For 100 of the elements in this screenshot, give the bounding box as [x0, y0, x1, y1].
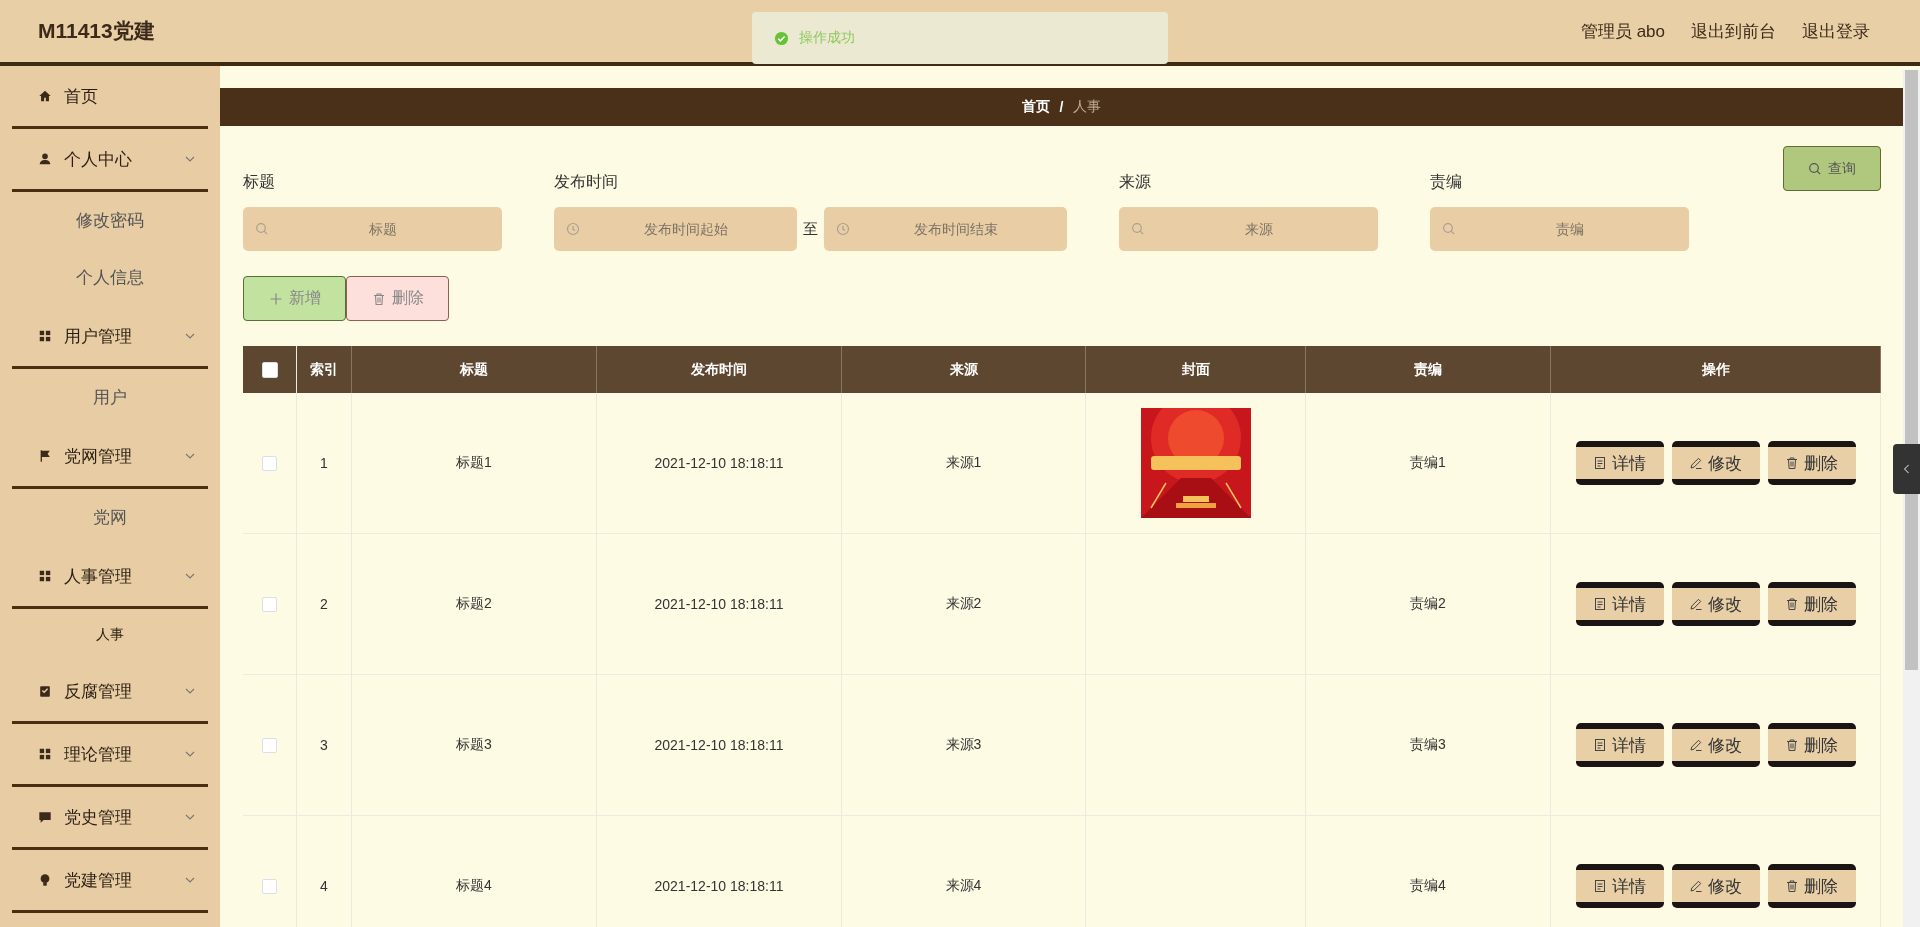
detail-button[interactable]: 详情: [1575, 864, 1664, 908]
table-cell: 责编3: [1306, 675, 1551, 815]
table-cell: 2021-12-10 18:18:11: [597, 534, 842, 674]
plus-icon: [268, 291, 283, 306]
search-icon: [1808, 161, 1822, 176]
table-cell: 标题2: [352, 534, 597, 674]
menu-item[interactable]: 个人中心: [12, 129, 208, 192]
search-icon: [255, 222, 269, 236]
menu-item[interactable]: 党网管理: [12, 426, 208, 489]
table-cell: 责编2: [1306, 534, 1551, 674]
table-cell: 来源4: [842, 816, 1086, 927]
delete-button[interactable]: 删除: [1767, 864, 1856, 908]
document-icon: [1593, 879, 1607, 893]
pencil-icon: [1689, 879, 1703, 893]
delete-button[interactable]: 删除: [1767, 441, 1856, 485]
chevron-left-icon: [1902, 463, 1911, 475]
search-field[interactable]: 来源: [1119, 207, 1378, 251]
edit-button[interactable]: 修改: [1671, 441, 1760, 485]
clock-icon: [836, 222, 850, 236]
table-cell: 4: [297, 816, 352, 927]
grid-icon: [38, 569, 52, 583]
table-cell: 标题3: [352, 675, 597, 815]
menu-item[interactable]: 首页: [12, 66, 208, 129]
detail-button[interactable]: 详情: [1575, 723, 1664, 767]
menu-item[interactable]: 人事管理: [12, 546, 208, 609]
clock-icon: [566, 222, 580, 236]
pencil-icon: [1689, 456, 1703, 470]
table-cell: 来源2: [842, 534, 1086, 674]
filter-label: 责编: [1430, 172, 1463, 192]
delete-button[interactable]: 删除: [1767, 582, 1856, 626]
range-separator: 至: [803, 219, 818, 239]
date-field[interactable]: 发布时间结束: [824, 207, 1067, 251]
table-cell: 来源1: [842, 393, 1086, 533]
column-header: 封面: [1086, 346, 1306, 393]
table-cell: 责编4: [1306, 816, 1551, 927]
menu-item[interactable]: 党建管理: [12, 850, 208, 913]
menu-item[interactable]: 党史管理: [12, 787, 208, 850]
trash-icon: [1785, 456, 1799, 470]
table-cell: 责编1: [1306, 393, 1551, 533]
trash-icon: [1785, 879, 1799, 893]
trash-icon: [1785, 597, 1799, 611]
delete-button[interactable]: 删除: [1767, 723, 1856, 767]
table-cell: 2021-12-10 18:18:11: [597, 816, 842, 927]
date-field[interactable]: 发布时间起始: [554, 207, 797, 251]
trash-icon: [371, 291, 386, 306]
breadcrumb-link[interactable]: 首页: [1021, 98, 1050, 116]
detail-button[interactable]: 详情: [1575, 441, 1664, 485]
table-cell: 1: [297, 393, 352, 533]
edit-button[interactable]: 修改: [1671, 582, 1760, 626]
row-checkbox[interactable]: [262, 455, 277, 471]
submenu-item[interactable]: 人事: [12, 609, 208, 661]
search-field[interactable]: 责编: [1430, 207, 1689, 251]
table-cell: 2021-12-10 18:18:11: [597, 675, 842, 815]
column-header: 操作: [1551, 346, 1881, 393]
table-cell: 2021-12-10 18:18:11: [597, 393, 842, 533]
pencil-icon: [1689, 738, 1703, 752]
submenu-item[interactable]: 修改密码: [12, 192, 208, 249]
menu-item[interactable]: 理论管理: [12, 724, 208, 787]
filter-label: 来源: [1119, 172, 1152, 192]
submenu-item[interactable]: 党网: [12, 489, 208, 546]
column-header: 发布时间: [597, 346, 842, 393]
row-checkbox[interactable]: [262, 737, 277, 753]
header-link[interactable]: 管理员 abo: [1580, 19, 1665, 43]
edit-button[interactable]: 修改: [1671, 723, 1760, 767]
search-field[interactable]: 标题: [243, 207, 502, 251]
user-icon: [38, 152, 52, 166]
table-cell: 标题1: [352, 393, 597, 533]
table-cell: 2: [297, 534, 352, 674]
search-button[interactable]: 查询: [1783, 146, 1881, 191]
column-header: 责编: [1306, 346, 1551, 393]
drawer-toggle[interactable]: [1893, 444, 1920, 494]
table-cell: 来源3: [842, 675, 1086, 815]
submenu-item[interactable]: 个人信息: [12, 249, 208, 306]
bulb-icon: [38, 873, 52, 887]
select-all-checkbox[interactable]: [261, 361, 278, 378]
trash-icon: [1785, 738, 1799, 752]
document-icon: [1593, 597, 1607, 611]
header-link[interactable]: 退出登录: [1802, 19, 1870, 43]
filter-label: 标题: [243, 172, 276, 192]
row-checkbox[interactable]: [262, 596, 277, 612]
row-checkbox[interactable]: [262, 878, 277, 894]
clipboard-icon: [38, 684, 52, 698]
submenu-item[interactable]: 用户: [12, 369, 208, 426]
document-icon: [1593, 456, 1607, 470]
table-cell: 3: [297, 675, 352, 815]
menu-item[interactable]: 反腐管理: [12, 661, 208, 724]
detail-button[interactable]: 详情: [1575, 582, 1664, 626]
menu-item[interactable]: 用户管理: [12, 306, 208, 369]
scrollbar[interactable]: [1903, 70, 1920, 927]
flag-icon: [38, 449, 52, 463]
pencil-icon: [1689, 597, 1703, 611]
column-header: 索引: [297, 346, 352, 393]
edit-button[interactable]: 修改: [1671, 864, 1760, 908]
search-icon: [1442, 222, 1456, 236]
breadcrumb-link[interactable]: 人事: [1073, 98, 1102, 116]
search-icon: [1131, 222, 1145, 236]
home-icon: [38, 89, 52, 103]
filter-label: 发布时间: [554, 172, 619, 192]
column-header: 来源: [842, 346, 1086, 393]
header-link[interactable]: 退出到前台: [1691, 19, 1776, 43]
